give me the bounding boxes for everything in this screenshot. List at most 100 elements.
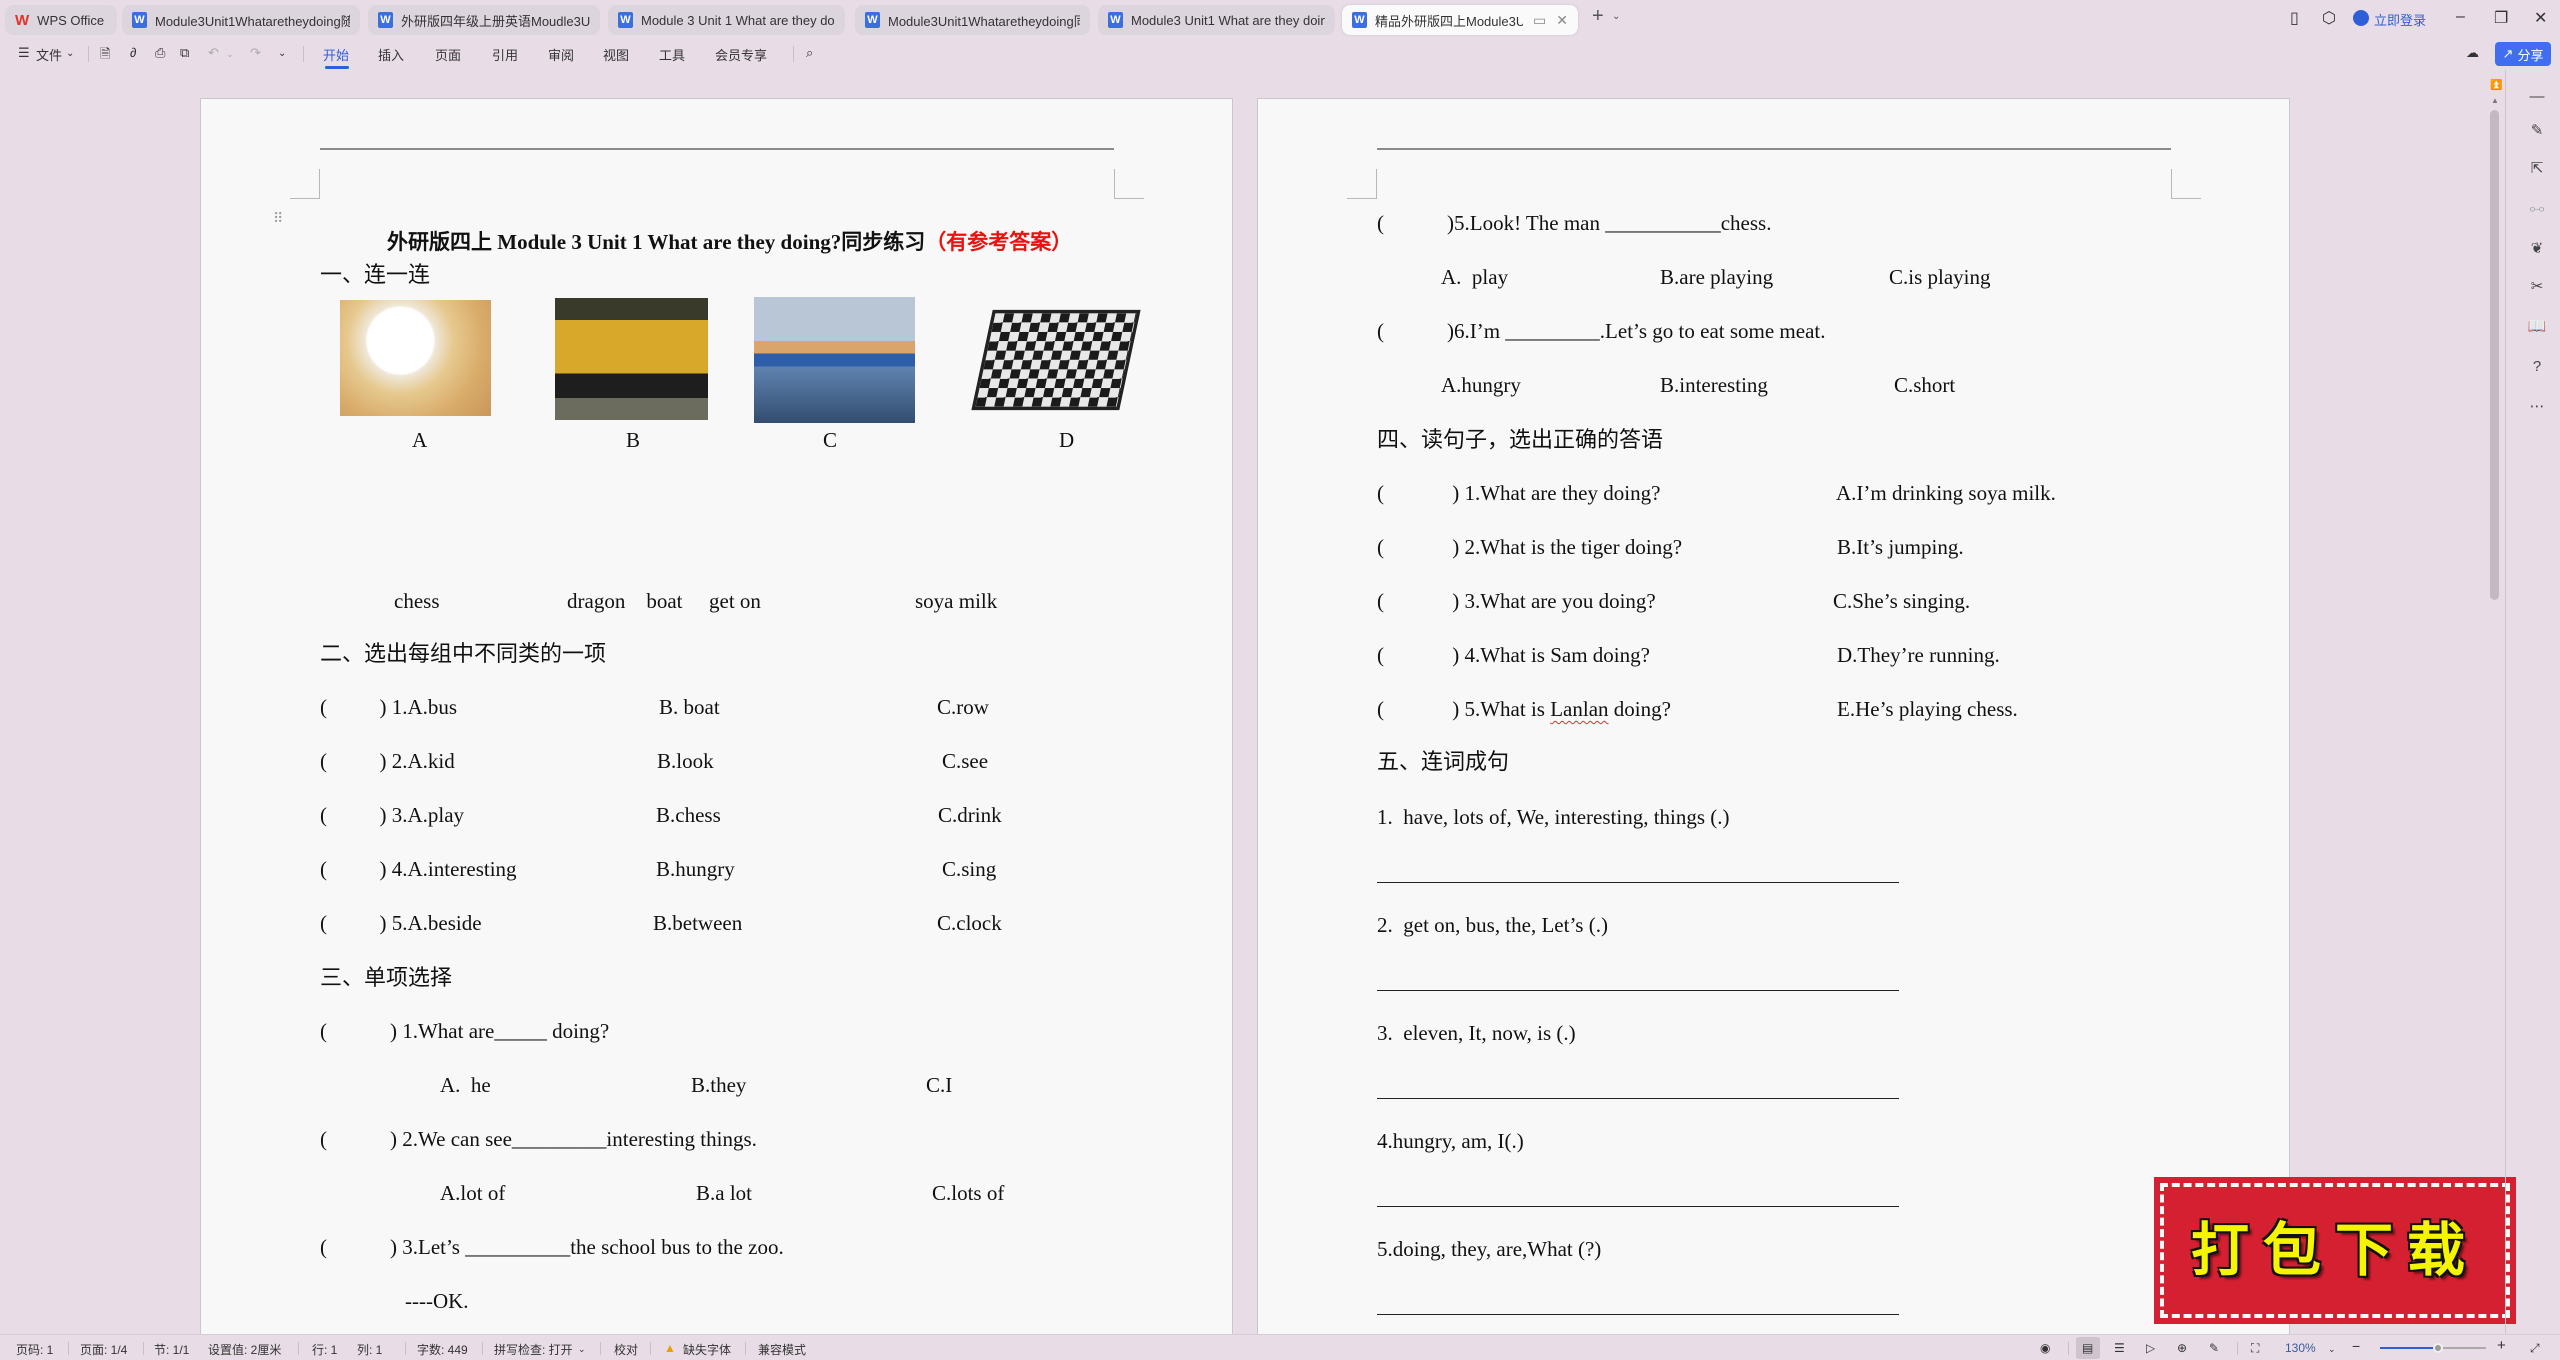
chevron-down-icon[interactable]: ⌄ xyxy=(578,1344,586,1355)
sliders-icon[interactable]: ⧟ xyxy=(2525,196,2549,220)
status-word-count[interactable]: 字数: 449 xyxy=(417,1341,468,1358)
answer-blank-line[interactable] xyxy=(1377,1098,1899,1099)
answer-blank-line[interactable] xyxy=(1377,882,1899,883)
link-icon[interactable]: ∂ xyxy=(130,45,136,60)
print-preview-icon[interactable]: ⧉ xyxy=(180,45,189,61)
spelling-error-word[interactable]: Lanlan xyxy=(1550,697,1608,721)
status-spell-check[interactable]: 拼写检查: 打开 xyxy=(494,1341,573,1358)
eye-icon[interactable]: ◉ xyxy=(2040,1341,2050,1355)
document-page-1[interactable]: ⠿ 外研版四上 Module 3 Unit 1 What are they do… xyxy=(200,98,1233,1338)
style-brush-icon[interactable]: ❦ xyxy=(2525,236,2549,260)
document-tab[interactable]: W Module 3 Unit 1 What are they doi xyxy=(608,5,845,35)
fullscreen-icon[interactable]: ⤢ xyxy=(2530,1341,2540,1356)
cloud-icon[interactable]: ☁ xyxy=(2466,45,2479,61)
option-b: B.between xyxy=(653,911,743,935)
document-tab-active[interactable]: W 精品外研版四上Module3Unit1 ▭ ✕ xyxy=(1342,5,1578,35)
status-compat-mode[interactable]: 兼容模式 xyxy=(758,1341,806,1358)
vertical-scrollbar[interactable] xyxy=(2490,110,2499,600)
match-word: get on xyxy=(709,589,761,613)
chevron-down-icon[interactable]: ⌄ xyxy=(226,49,234,60)
new-tab-plus-icon[interactable]: + xyxy=(1592,5,1604,28)
web-view-icon[interactable]: ⊕ xyxy=(2177,1341,2187,1355)
download-package-stamp[interactable]: 打包下载 xyxy=(2154,1173,2516,1325)
document-tab[interactable]: W 外研版四年级上册英语Moudle3Unit1 xyxy=(368,5,600,35)
tab-member[interactable]: 会员专享 xyxy=(715,45,767,64)
login-link[interactable]: 立即登录 xyxy=(2374,10,2426,29)
save-icon[interactable]: 🗎 xyxy=(100,45,110,67)
word-doc-icon: W xyxy=(378,12,393,28)
document-tab[interactable]: W Module3 Unit1 What are they doin xyxy=(1098,5,1335,35)
help-icon[interactable]: ? xyxy=(2525,354,2549,378)
more-chevron-icon[interactable]: ⌄ xyxy=(278,48,286,59)
close-window-icon[interactable]: ✕ xyxy=(2534,8,2547,28)
odd-one-out-item: ( ) 5.A.beside xyxy=(320,911,482,935)
tab-insert[interactable]: 插入 xyxy=(378,45,404,64)
book-search-icon[interactable]: 📖 xyxy=(2525,314,2549,338)
option-a: A.hungry xyxy=(1441,373,1521,397)
zoom-slider-thumb[interactable] xyxy=(2433,1343,2444,1353)
status-setting-value[interactable]: 设置值: 2厘米 xyxy=(208,1341,281,1358)
document-tab[interactable]: W Module3Unit1Whataretheydoing随 xyxy=(122,5,360,35)
section-2-heading: 二、选出每组中不同类的一项 xyxy=(320,641,607,666)
drag-handle-icon[interactable]: ⠿ xyxy=(273,213,283,227)
tab-wps-home[interactable]: W WPS Office xyxy=(5,5,117,35)
reading-question: ( ) 5.What is Lanlan doing? xyxy=(1377,697,1671,721)
option-c: C.I xyxy=(926,1073,953,1097)
share-button[interactable]: ↗ 分享 xyxy=(2495,42,2551,66)
chevron-down-icon[interactable]: ⌄ xyxy=(1612,11,1620,22)
zoom-in-icon[interactable]: + xyxy=(2497,1337,2506,1354)
search-icon[interactable]: ⌕ xyxy=(806,45,813,61)
collapse-panel-icon[interactable]: — xyxy=(2525,84,2549,108)
document-page-2[interactable]: ( )5.Look! The man ___________chess. A. … xyxy=(1257,98,2290,1338)
tab-home[interactable]: 开始 xyxy=(323,45,349,64)
pen-icon[interactable]: ✎ xyxy=(2209,1341,2219,1355)
hamburger-icon[interactable]: ☰ xyxy=(18,45,30,61)
zoom-level[interactable]: 130% xyxy=(2285,1341,2316,1355)
option-b: B.interesting xyxy=(1660,373,1768,397)
file-menu[interactable]: 文件 xyxy=(36,45,62,64)
option-b: B.are playing xyxy=(1660,265,1774,289)
option-c: C.drink xyxy=(938,803,1002,827)
status-section[interactable]: 节: 1/1 xyxy=(154,1341,189,1358)
tab-tools[interactable]: 工具 xyxy=(659,45,685,64)
print-icon[interactable]: ⎙ xyxy=(155,45,165,61)
scroll-up-icon[interactable]: ▲ xyxy=(2491,96,2499,105)
status-proofread[interactable]: 校对 xyxy=(614,1341,638,1358)
tab-review[interactable]: 审阅 xyxy=(548,45,574,64)
tab-view[interactable]: 视图 xyxy=(603,45,629,64)
tab-references[interactable]: 引用 xyxy=(492,45,518,64)
restore-icon[interactable]: ❐ xyxy=(2494,8,2508,28)
zoom-out-icon[interactable]: − xyxy=(2352,1338,2360,1354)
user-avatar-icon[interactable] xyxy=(2353,10,2369,26)
reading-answer-option: E.He’s playing chess. xyxy=(1837,697,2018,721)
tab-page[interactable]: 页面 xyxy=(435,45,461,64)
cube-icon[interactable]: ⬡ xyxy=(2322,8,2336,28)
play-icon[interactable]: ▷ xyxy=(2146,1341,2155,1355)
fit-page-icon[interactable]: ⛶ xyxy=(2251,1341,2259,1356)
document-tab[interactable]: W Module3Unit1Whataretheydoing同 xyxy=(855,5,1090,35)
answer-blank-line[interactable] xyxy=(1377,1206,1899,1207)
undo-icon[interactable]: ↶ xyxy=(208,45,219,61)
chevron-down-icon[interactable]: ⌄ xyxy=(2328,1344,2336,1355)
tablet-icon[interactable]: ▯ xyxy=(2290,8,2299,28)
chevron-down-icon[interactable]: ⌄ xyxy=(66,48,74,59)
select-cursor-icon[interactable]: ⇱ xyxy=(2525,156,2549,180)
odd-one-out-item: ( ) 3.A.play xyxy=(320,803,465,827)
status-pages[interactable]: 页面: 1/4 xyxy=(80,1341,127,1358)
more-icon[interactable]: ⋯ xyxy=(2525,394,2549,418)
answer-blank-line[interactable] xyxy=(1377,990,1899,991)
answer-blank-line[interactable] xyxy=(1377,1314,1899,1315)
outline-view-icon[interactable]: ☰ xyxy=(2114,1341,2125,1355)
picture-label-a: A xyxy=(412,428,428,452)
status-page-number[interactable]: 页码: 1 xyxy=(16,1341,53,1358)
redo-icon[interactable]: ↷ xyxy=(250,45,261,61)
pen-icon[interactable]: ✎ xyxy=(2525,118,2549,142)
word-doc-icon: W xyxy=(132,12,147,28)
scroll-top-icon[interactable]: ⏫ xyxy=(2490,80,2502,91)
close-tab-icon[interactable]: ✕ xyxy=(1556,12,1568,29)
status-missing-font[interactable]: 缺失字体 xyxy=(683,1341,731,1358)
monitor-icon[interactable]: ▭ xyxy=(1533,12,1546,29)
tools-icon[interactable]: ✂ xyxy=(2525,274,2549,298)
minimize-icon[interactable]: – xyxy=(2456,8,2465,26)
zoom-slider[interactable] xyxy=(2380,1343,2486,1353)
